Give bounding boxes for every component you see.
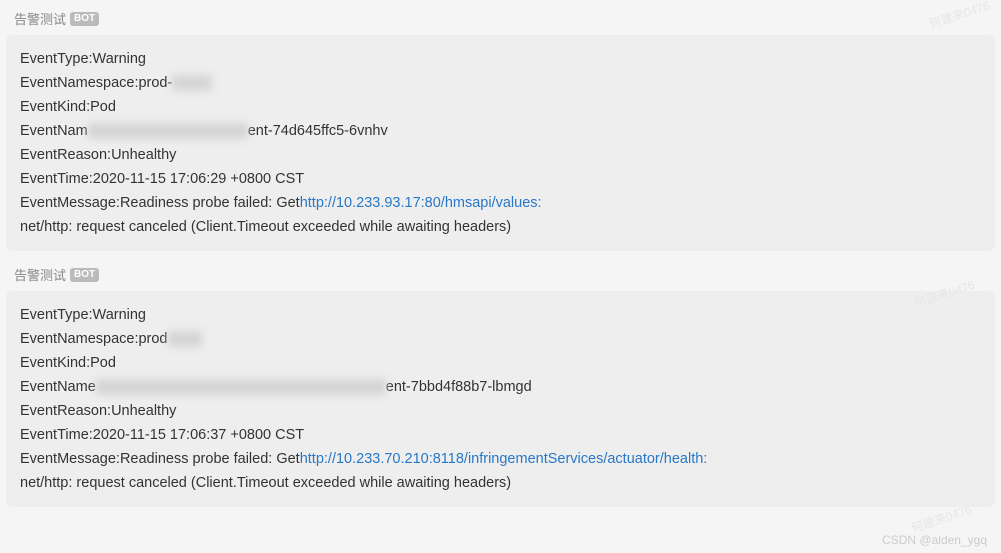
message-body: EventType:Warning EventNamespace:prod Ev… bbox=[6, 291, 995, 507]
event-name-pre: EventNam bbox=[20, 119, 88, 143]
bot-badge: BOT bbox=[70, 268, 99, 282]
event-kind-row: EventKind:Pod bbox=[20, 351, 981, 375]
event-message-post: net/http: request canceled (Client.Timeo… bbox=[20, 215, 511, 239]
sender-name: 告警测试 bbox=[14, 265, 66, 284]
footer-credit: CSDN @alden_ygq bbox=[882, 533, 987, 547]
sender-name: 告警测试 bbox=[14, 9, 66, 28]
event-message-link[interactable]: http://10.233.93.17:80/hmsapi/values: bbox=[300, 191, 542, 215]
event-message-post: net/http: request canceled (Client.Timeo… bbox=[20, 471, 511, 495]
event-name-pre: EventName bbox=[20, 375, 96, 399]
event-namespace-label: EventNamespace:prod- bbox=[20, 71, 172, 95]
message-header: 告警测试 BOT bbox=[6, 261, 995, 291]
event-message-pre: EventMessage:Readiness probe failed: Get bbox=[20, 191, 300, 215]
redacted-text bbox=[88, 123, 248, 139]
redacted-text bbox=[172, 75, 212, 91]
event-type-row: EventType:Warning bbox=[20, 303, 981, 327]
event-type-row: EventType:Warning bbox=[20, 47, 981, 71]
event-name-row: EventNam ent-74d645ffc5-6vnhv bbox=[20, 119, 981, 143]
event-message-link[interactable]: http://10.233.70.210:8118/infringementSe… bbox=[300, 447, 708, 471]
event-name-post: ent-74d645ffc5-6vnhv bbox=[248, 119, 388, 143]
event-namespace-row: EventNamespace:prod bbox=[20, 327, 981, 351]
message-header: 告警测试 BOT bbox=[6, 5, 995, 35]
alert-message: 告警测试 BOT EventType:Warning EventNamespac… bbox=[6, 5, 995, 251]
event-reason-row: EventReason:Unhealthy bbox=[20, 143, 981, 167]
event-name-row: EventName ent-7bbd4f88b7-lbmgd bbox=[20, 375, 981, 399]
message-body: EventType:Warning EventNamespace:prod- E… bbox=[6, 35, 995, 251]
event-reason-row: EventReason:Unhealthy bbox=[20, 399, 981, 423]
event-namespace-row: EventNamespace:prod- bbox=[20, 71, 981, 95]
event-time-row: EventTime:2020-11-15 17:06:29 +0800 CST bbox=[20, 167, 981, 191]
event-message-row: EventMessage:Readiness probe failed: Get… bbox=[20, 447, 981, 495]
event-kind-row: EventKind:Pod bbox=[20, 95, 981, 119]
event-namespace-label: EventNamespace:prod bbox=[20, 327, 168, 351]
redacted-text bbox=[168, 331, 202, 347]
event-message-pre: EventMessage:Readiness probe failed: Get bbox=[20, 447, 300, 471]
event-name-post: ent-7bbd4f88b7-lbmgd bbox=[386, 375, 532, 399]
bot-badge: BOT bbox=[70, 12, 99, 26]
event-time-row: EventTime:2020-11-15 17:06:37 +0800 CST bbox=[20, 423, 981, 447]
alert-message: 告警测试 BOT EventType:Warning EventNamespac… bbox=[6, 261, 995, 507]
redacted-text bbox=[96, 379, 386, 395]
event-message-row: EventMessage:Readiness probe failed: Get… bbox=[20, 191, 981, 239]
